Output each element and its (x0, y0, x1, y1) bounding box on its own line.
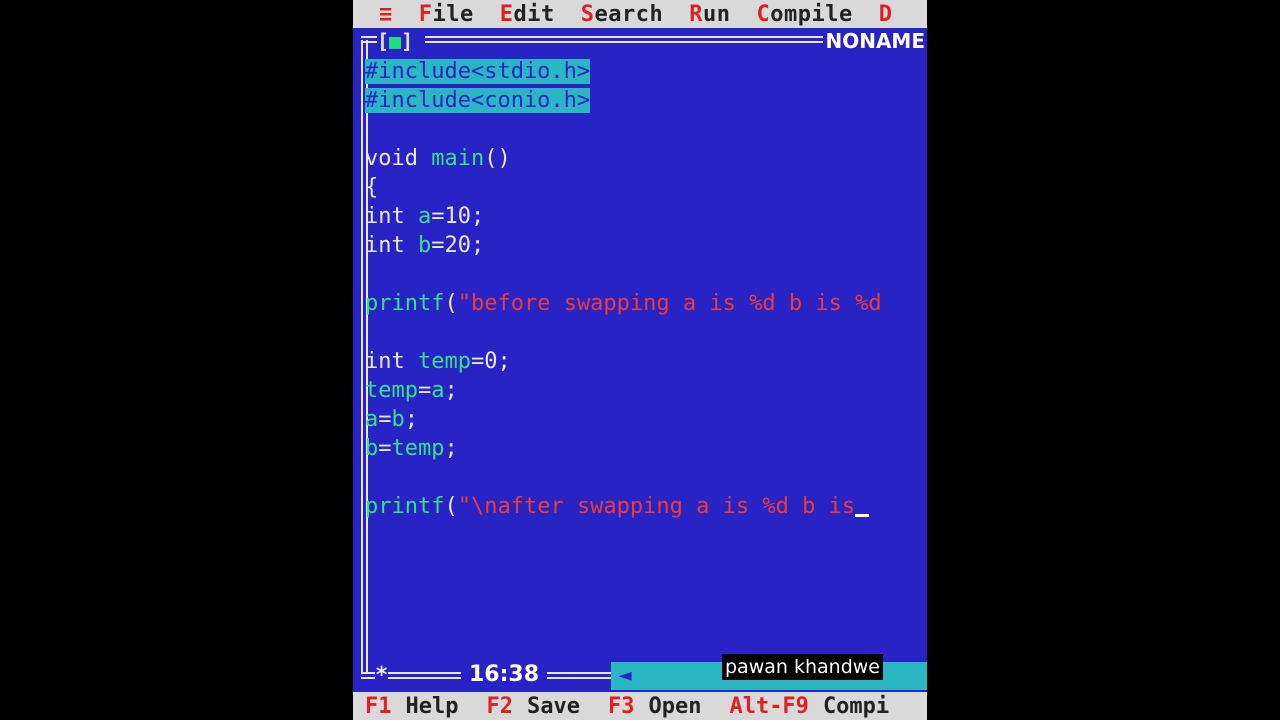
text-cursor (855, 514, 870, 517)
code-line-4: void main() (365, 146, 511, 171)
system-menu-icon[interactable]: ≡ (379, 2, 393, 27)
code-line-2: #include<conio.h> (365, 88, 591, 113)
code-line-1: #include<stdio.h> (365, 59, 591, 84)
turbo-c-screen: ≡ File Edit Search Run Compile D [■] NON… (353, 0, 927, 720)
status-label-open: Open (648, 693, 702, 719)
menu-bar: ≡ File Edit Search Run Compile D (353, 0, 927, 28)
menu-compile[interactable]: Compile (756, 2, 852, 27)
status-key-f2[interactable]: F2 (486, 694, 513, 719)
code-line-12: temp=a; (365, 378, 458, 403)
close-box-icon: ■ (389, 29, 402, 53)
window-close-button[interactable]: [■] (377, 29, 425, 53)
menu-edit[interactable]: Edit (500, 2, 555, 27)
code-line-16: printf("\nafter swapping a is %d b is (365, 492, 925, 521)
code-line-5: { (365, 175, 379, 200)
status-label-help: Help (405, 693, 459, 719)
status-bar: F1 Help F2 Save F3 Open Alt-F9 Compi (353, 692, 927, 720)
menu-search[interactable]: Search (581, 2, 663, 27)
cursor-position: 16:38 (461, 662, 548, 687)
status-key-alt-f9[interactable]: Alt-F9 (729, 694, 808, 719)
modified-star-icon: * (375, 663, 389, 688)
code-line-14: b=temp; (365, 436, 458, 461)
code-line-11: int temp=0; (365, 349, 511, 374)
code-line-7: int b=20; (365, 233, 485, 258)
watermark-text: pawan khandwe (722, 654, 883, 680)
code-line-9: printf("before swapping a is %d b is %d (365, 291, 882, 316)
status-key-f1[interactable]: F1 (365, 694, 392, 719)
code-editor[interactable]: #include<stdio.h> #include<conio.h> void… (365, 57, 925, 521)
code-line-6: int a=10; (365, 204, 485, 229)
code-line-13: a=b; (365, 407, 418, 432)
status-label-save: Save (526, 693, 580, 719)
status-label-compile: Compi (822, 693, 890, 719)
scroll-left-icon[interactable]: ◄ (611, 664, 639, 688)
window-title: NONAME (823, 29, 927, 53)
status-key-f3[interactable]: F3 (608, 694, 635, 719)
menu-debug[interactable]: D (879, 2, 893, 27)
menu-file[interactable]: File (419, 2, 474, 27)
menu-run[interactable]: Run (689, 2, 730, 27)
